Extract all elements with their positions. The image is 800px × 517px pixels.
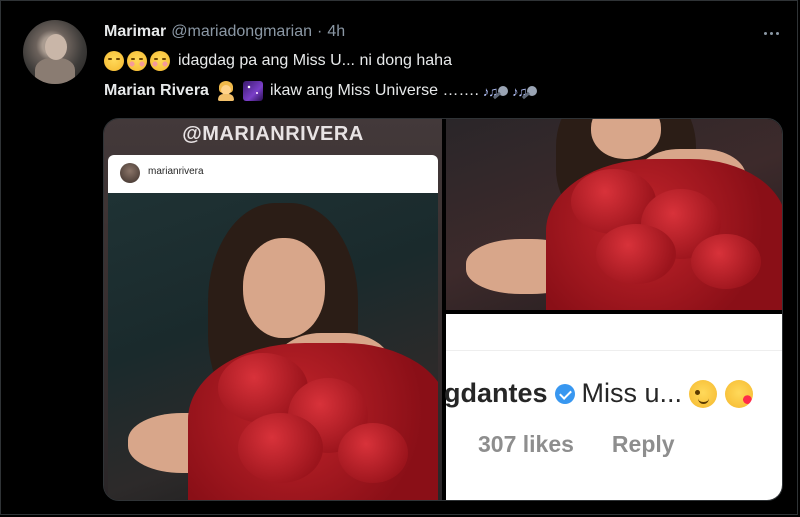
media-image-bottom-right[interactable]: gdantes Miss u... 307 likes Reply (444, 314, 782, 500)
tweet-text: idagdag pa ang Miss U... ni dong haha (178, 52, 452, 69)
instagram-avatar (120, 163, 140, 183)
display-name[interactable]: Marimar (104, 23, 166, 41)
ruffle-shape (691, 234, 761, 289)
instagram-comment: gdantes Miss u... (444, 378, 754, 409)
media-image-top-right[interactable] (446, 119, 782, 310)
media-grid[interactable]: @MARIANRIVERA marianrivera gdantes Miss … (103, 118, 783, 501)
winking-face-icon (689, 379, 718, 408)
comment-meta: 307 likes Reply (478, 431, 675, 458)
comment-reply: Reply (611, 431, 675, 457)
portrait-photo (108, 193, 438, 500)
image-tag-text: @MARIANRIVERA (182, 123, 364, 145)
comment-likes: 307 likes (478, 431, 574, 457)
timestamp[interactable]: 4h (327, 23, 345, 41)
separator: · (317, 23, 323, 40)
avatar-body (35, 58, 75, 84)
user-handle[interactable]: @mariadongmarian (171, 23, 312, 41)
more-horizontal-icon-dot (769, 31, 773, 35)
comment-divider (446, 350, 782, 351)
mentioned-name: Marian Rivera (104, 82, 209, 99)
tweet-text-line-1: idagdag pa ang Miss U... ni dong haha (104, 51, 452, 71)
more-horizontal-icon-dot (775, 31, 779, 35)
ruffle-shape (596, 224, 676, 284)
face-blowing-kiss-icon (725, 379, 754, 408)
instagram-header: marianrivera (108, 155, 438, 193)
ruffle-shape (338, 423, 408, 483)
verified-badge-icon (554, 383, 575, 404)
instagram-username: marianrivera (148, 166, 204, 177)
microphone-icon (498, 86, 509, 96)
music-notes-microphone-icon: ♪♫ (483, 84, 509, 99)
more-horizontal-icon (763, 31, 767, 35)
microphone-icon (527, 86, 538, 96)
face-shape (243, 238, 325, 338)
more-options-button[interactable] (758, 20, 784, 46)
smiling-blush-face-icon (150, 51, 170, 71)
princess-torso (217, 94, 234, 101)
ruffle-shape (238, 413, 323, 483)
comment-text: Miss u... (581, 378, 683, 408)
avatar-face (45, 34, 67, 60)
tweet-text-line-2: Marian Rivera ikaw ang Miss Universe …….… (104, 81, 538, 101)
night-sky-icon (242, 81, 263, 101)
avatar[interactable] (23, 20, 87, 84)
music-notes-microphone-icon: ♪♫ (512, 84, 538, 99)
comment-username: gdantes (444, 378, 548, 408)
princess-icon (216, 81, 236, 101)
tweet-text-2: ikaw ang Miss Universe ……. (269, 82, 479, 99)
media-image-left[interactable]: @MARIANRIVERA marianrivera (104, 119, 442, 500)
winking-face-icon (104, 51, 124, 71)
tweet-header: Marimar @mariadongmarian · 4h (104, 23, 345, 45)
smiling-blush-face-icon (127, 51, 147, 71)
